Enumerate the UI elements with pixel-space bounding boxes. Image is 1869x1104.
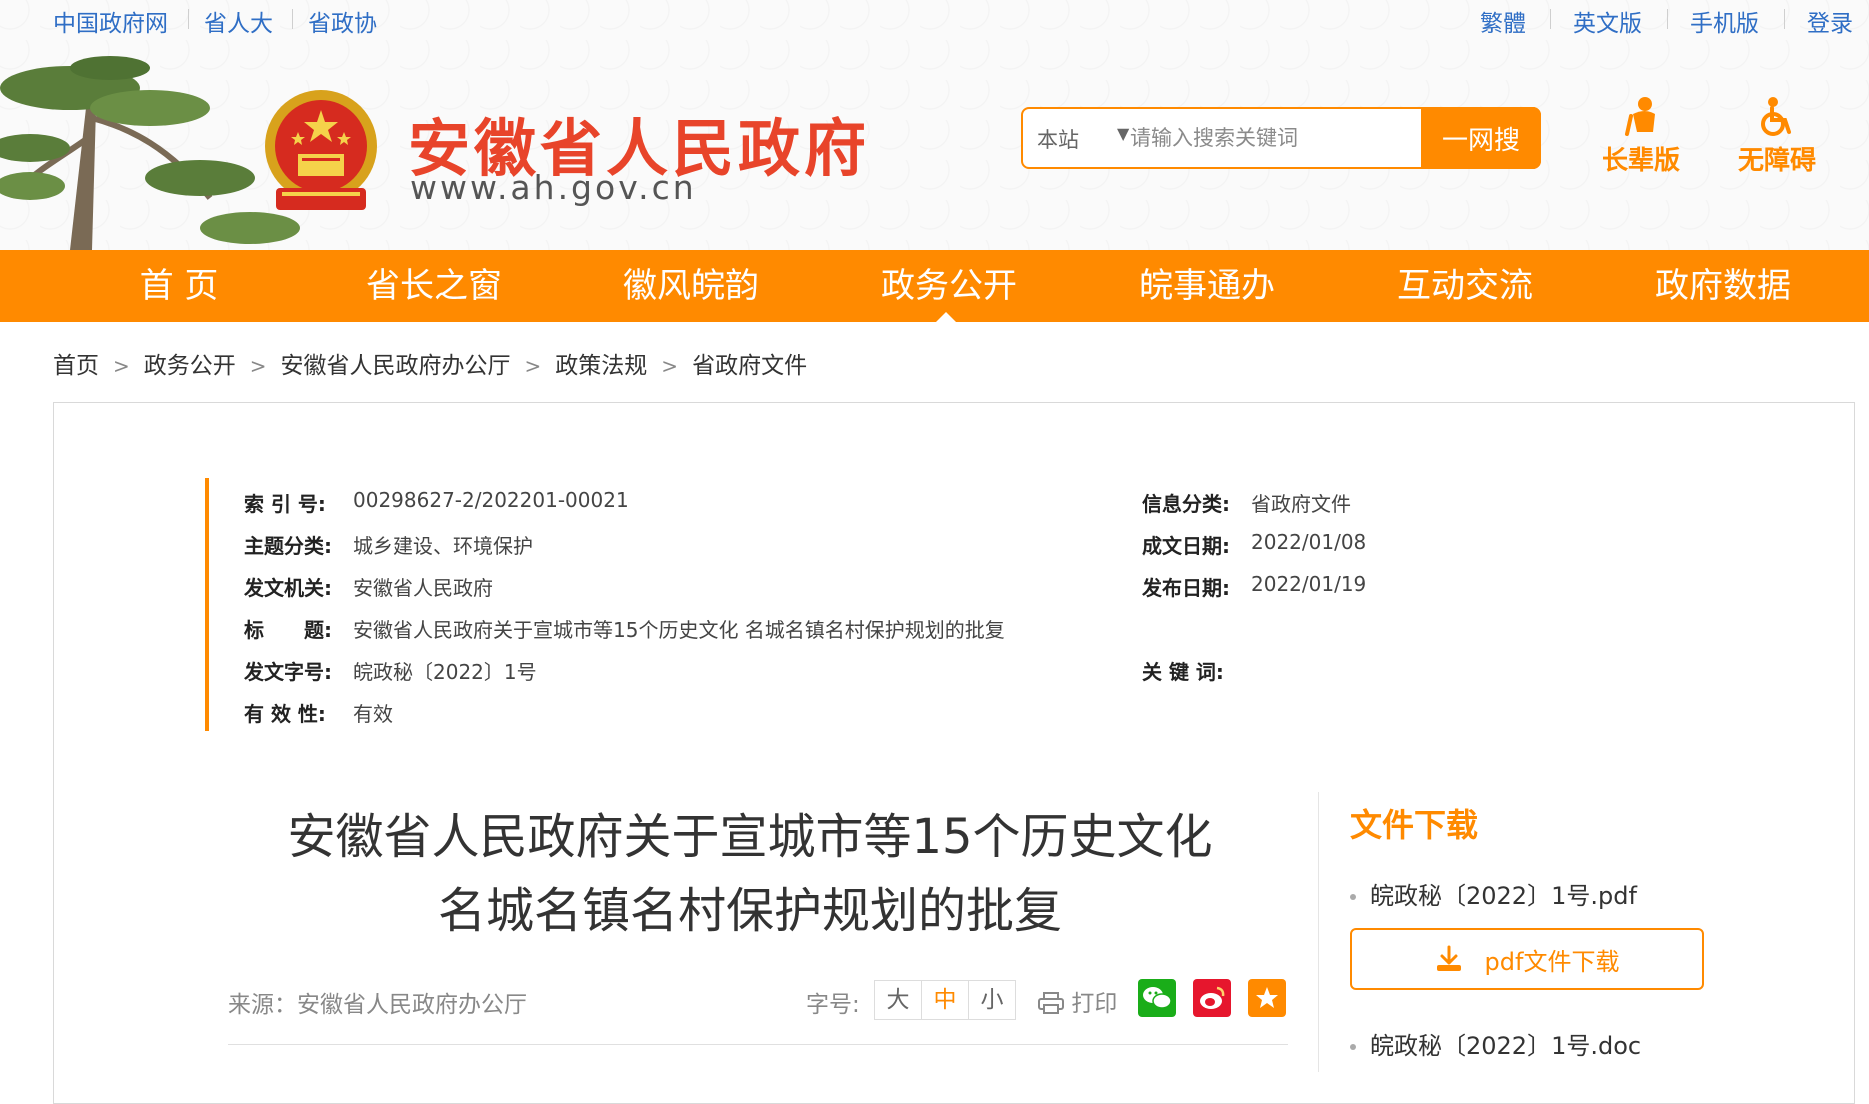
downloads-heading: 文件下载 [1350, 806, 1479, 844]
meta-category-value: 省政府文件 [1251, 492, 1351, 516]
weibo-icon [1200, 986, 1225, 1009]
nav-item-interaction[interactable]: 互动交流 [1345, 250, 1585, 322]
meta-title-value: 安徽省人民政府关于宣城市等15个历史文化 名城名镇名村保护规划的批复 [353, 618, 1005, 642]
top-link-separator [1550, 9, 1551, 29]
top-link-gov-cn[interactable]: 中国政府网 [53, 4, 168, 38]
meta-index-label: 索 引 号: [244, 492, 326, 516]
meta-accent-bar [205, 478, 209, 731]
breadcrumb-item[interactable]: 省政府文件 [692, 353, 807, 379]
file-name: 皖政秘〔2022〕1号.pdf [1370, 882, 1637, 910]
top-link-cppcc[interactable]: 省政协 [308, 4, 377, 38]
meta-topic-label: 主题分类: [244, 534, 332, 558]
sidebar-divider [1318, 792, 1319, 1072]
main-nav: 首 页 省长之窗 徽风皖韵 政务公开 皖事通办 互动交流 政府数据 [0, 250, 1869, 322]
meta-category-label: 信息分类: [1142, 492, 1230, 516]
font-size-medium-button[interactable]: 中 [922, 981, 969, 1019]
nav-item-gov-data[interactable]: 政府数据 [1603, 250, 1843, 322]
meta-title-label: 标 题: [244, 618, 332, 642]
accessibility-label: 无障碍 [1737, 146, 1816, 176]
font-size-small-button[interactable]: 小 [969, 981, 1015, 1019]
nav-item-culture[interactable]: 徽风皖韵 [571, 250, 811, 322]
meta-date-written-value: 2022/01/08 [1251, 530, 1367, 554]
file-name: 皖政秘〔2022〕1号.doc [1370, 1032, 1642, 1060]
article-title-line: 名城名镇名村保护规划的批复 [437, 883, 1062, 939]
title-divider [228, 1044, 1288, 1045]
meta-topic-value: 城乡建设、环境保护 [353, 534, 533, 558]
national-emblem-icon [265, 90, 377, 210]
file-link-doc[interactable]: 皖政秘〔2022〕1号.doc [1350, 1026, 1641, 1061]
favorite-icon [1256, 987, 1278, 1008]
download-icon [1436, 945, 1461, 971]
elder-mode-button[interactable]: 长辈版 [1586, 96, 1696, 177]
breadcrumb: 首页 > 政务公开 > 安徽省人民政府办公厅 > 政策法规 > 省政府文件 [53, 346, 807, 380]
meta-keywords-label: 关 键 词: [1142, 660, 1224, 684]
search-input[interactable] [1128, 119, 1432, 157]
breadcrumb-item[interactable]: 政务公开 [144, 353, 236, 379]
pdf-download-button[interactable]: pdf文件下载 [1350, 928, 1704, 990]
top-link-separator [188, 9, 189, 29]
nav-active-indicator [936, 312, 956, 322]
breadcrumb-separator-icon: > [661, 354, 679, 378]
search-button[interactable]: 一网搜 [1421, 107, 1541, 169]
article-title-line: 安徽省人民政府关于宣城市等15个历史文化 [287, 809, 1213, 865]
top-link-separator [1667, 9, 1668, 29]
site-header: 中国政府网 省人大 省政协 繁體 英文版 手机版 登录 安徽省人民政府 www.… [0, 0, 1869, 250]
breadcrumb-separator-icon: > [249, 354, 267, 378]
top-link-login[interactable]: 登录 [1807, 4, 1853, 38]
tree-logo-icon [0, 56, 300, 250]
wechat-icon [1143, 987, 1172, 1009]
favorite-button[interactable] [1248, 979, 1286, 1017]
article-title: 安徽省人民政府关于宣城市等15个历史文化 名城名镇名村保护规划的批复 [200, 800, 1300, 948]
print-icon [1038, 992, 1064, 1014]
top-link-separator [1784, 9, 1785, 29]
accessibility-button[interactable]: 无障碍 [1722, 96, 1832, 177]
meta-docno-value: 皖政秘〔2022〕1号 [353, 660, 537, 684]
search-scope-select[interactable]: 本站 [1037, 124, 1079, 154]
weibo-share-button[interactable] [1193, 979, 1231, 1017]
font-size-large-button[interactable]: 大 [875, 981, 922, 1019]
site-url: www.ah.gov.cn [410, 168, 697, 207]
nav-item-services[interactable]: 皖事通办 [1087, 250, 1327, 322]
print-button[interactable]: 打印 [1038, 984, 1117, 1018]
top-link-npc[interactable]: 省人大 [204, 4, 273, 38]
nav-item-home[interactable]: 首 页 [59, 250, 299, 322]
meta-date-written-label: 成文日期: [1142, 534, 1230, 558]
meta-index-value: 00298627-2/202201-00021 [353, 488, 629, 512]
meta-date-published-value: 2022/01/19 [1251, 572, 1367, 596]
breadcrumb-item[interactable]: 安徽省人民政府办公厅 [281, 353, 511, 379]
meta-validity-value: 有效 [353, 702, 393, 726]
search-bar: 本站 ▼ 一网搜 [1021, 107, 1541, 169]
meta-issuer-label: 发文机关: [244, 576, 332, 600]
pdf-download-label: pdf文件下载 [1484, 947, 1620, 976]
font-size-switcher: 大 中 小 [874, 980, 1016, 1020]
top-link-english[interactable]: 英文版 [1573, 4, 1642, 38]
elder-mode-icon [1625, 97, 1655, 136]
meta-date-published-label: 发布日期: [1142, 576, 1230, 600]
top-link-separator [292, 9, 293, 29]
font-size-label: 字号: [806, 992, 860, 1018]
accessibility-icon [1761, 97, 1791, 136]
elder-mode-label: 长辈版 [1601, 146, 1680, 176]
bullet-icon [1350, 1044, 1356, 1050]
top-link-mobile[interactable]: 手机版 [1690, 4, 1759, 38]
meta-issuer-value: 安徽省人民政府 [353, 576, 493, 600]
bullet-icon [1350, 894, 1356, 900]
print-label: 打印 [1071, 991, 1118, 1017]
meta-validity-label: 有 效 性: [244, 702, 326, 726]
breadcrumb-item[interactable]: 政策法规 [555, 353, 647, 379]
breadcrumb-separator-icon: > [524, 354, 542, 378]
top-link-traditional[interactable]: 繁體 [1480, 4, 1526, 38]
wechat-share-button[interactable] [1138, 979, 1176, 1017]
nav-item-governor[interactable]: 省长之窗 [314, 250, 554, 322]
breadcrumb-separator-icon: > [113, 354, 130, 378]
file-link-pdf[interactable]: 皖政秘〔2022〕1号.pdf [1350, 876, 1637, 911]
article-source: 来源：安徽省人民政府办公厅 [228, 992, 527, 1018]
breadcrumb-item[interactable]: 首页 [53, 353, 99, 379]
meta-docno-label: 发文字号: [244, 660, 332, 684]
